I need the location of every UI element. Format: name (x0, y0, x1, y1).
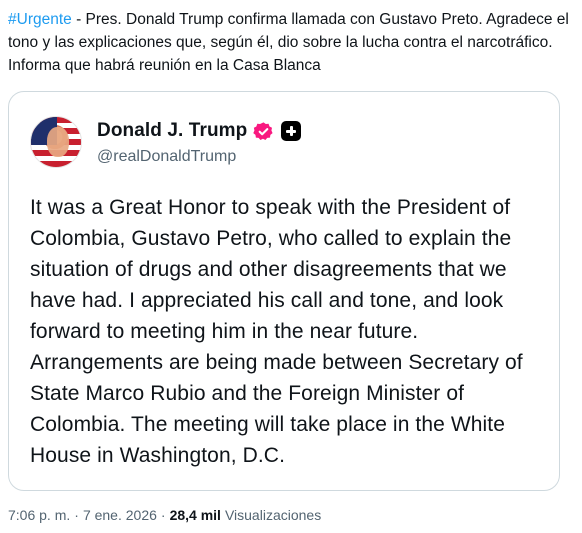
quoted-post-body: It was a Great Honor to speak with the P… (30, 196, 523, 467)
post-date[interactable]: 7 ene. 2026 (83, 507, 157, 523)
quoted-post-card[interactable]: Donald J. Trump @realDonaldTrump It was … (8, 91, 560, 491)
post-time[interactable]: 7:06 p. m. (8, 507, 70, 523)
hashtag-link[interactable]: #Urgente (8, 11, 72, 28)
author-display-name[interactable]: Donald J. Trump (97, 120, 247, 142)
truth-social-plus-icon (281, 121, 302, 141)
author-handle[interactable]: @realDonaldTrump (97, 148, 236, 166)
post-meta: 7:06 p. m. · 7 ene. 2026 · 28,4 mil Visu… (8, 507, 321, 523)
meta-separator: · (160, 507, 166, 523)
avatar[interactable] (30, 116, 82, 168)
post-text: #Urgente - Pres. Donald Trump confirma l… (8, 8, 574, 77)
views-count: 28,4 mil (169, 507, 221, 523)
avatar-face (47, 127, 69, 157)
views-label: Visualizaciones (224, 507, 322, 523)
post-body: - Pres. Donald Trump confirma llamada co… (8, 11, 569, 74)
verified-badge-icon (253, 121, 273, 140)
author-name-line: Donald J. Trump (97, 120, 302, 142)
meta-separator: · (74, 507, 79, 523)
quoted-post-header: Donald J. Trump @realDonaldTrump (30, 110, 530, 174)
